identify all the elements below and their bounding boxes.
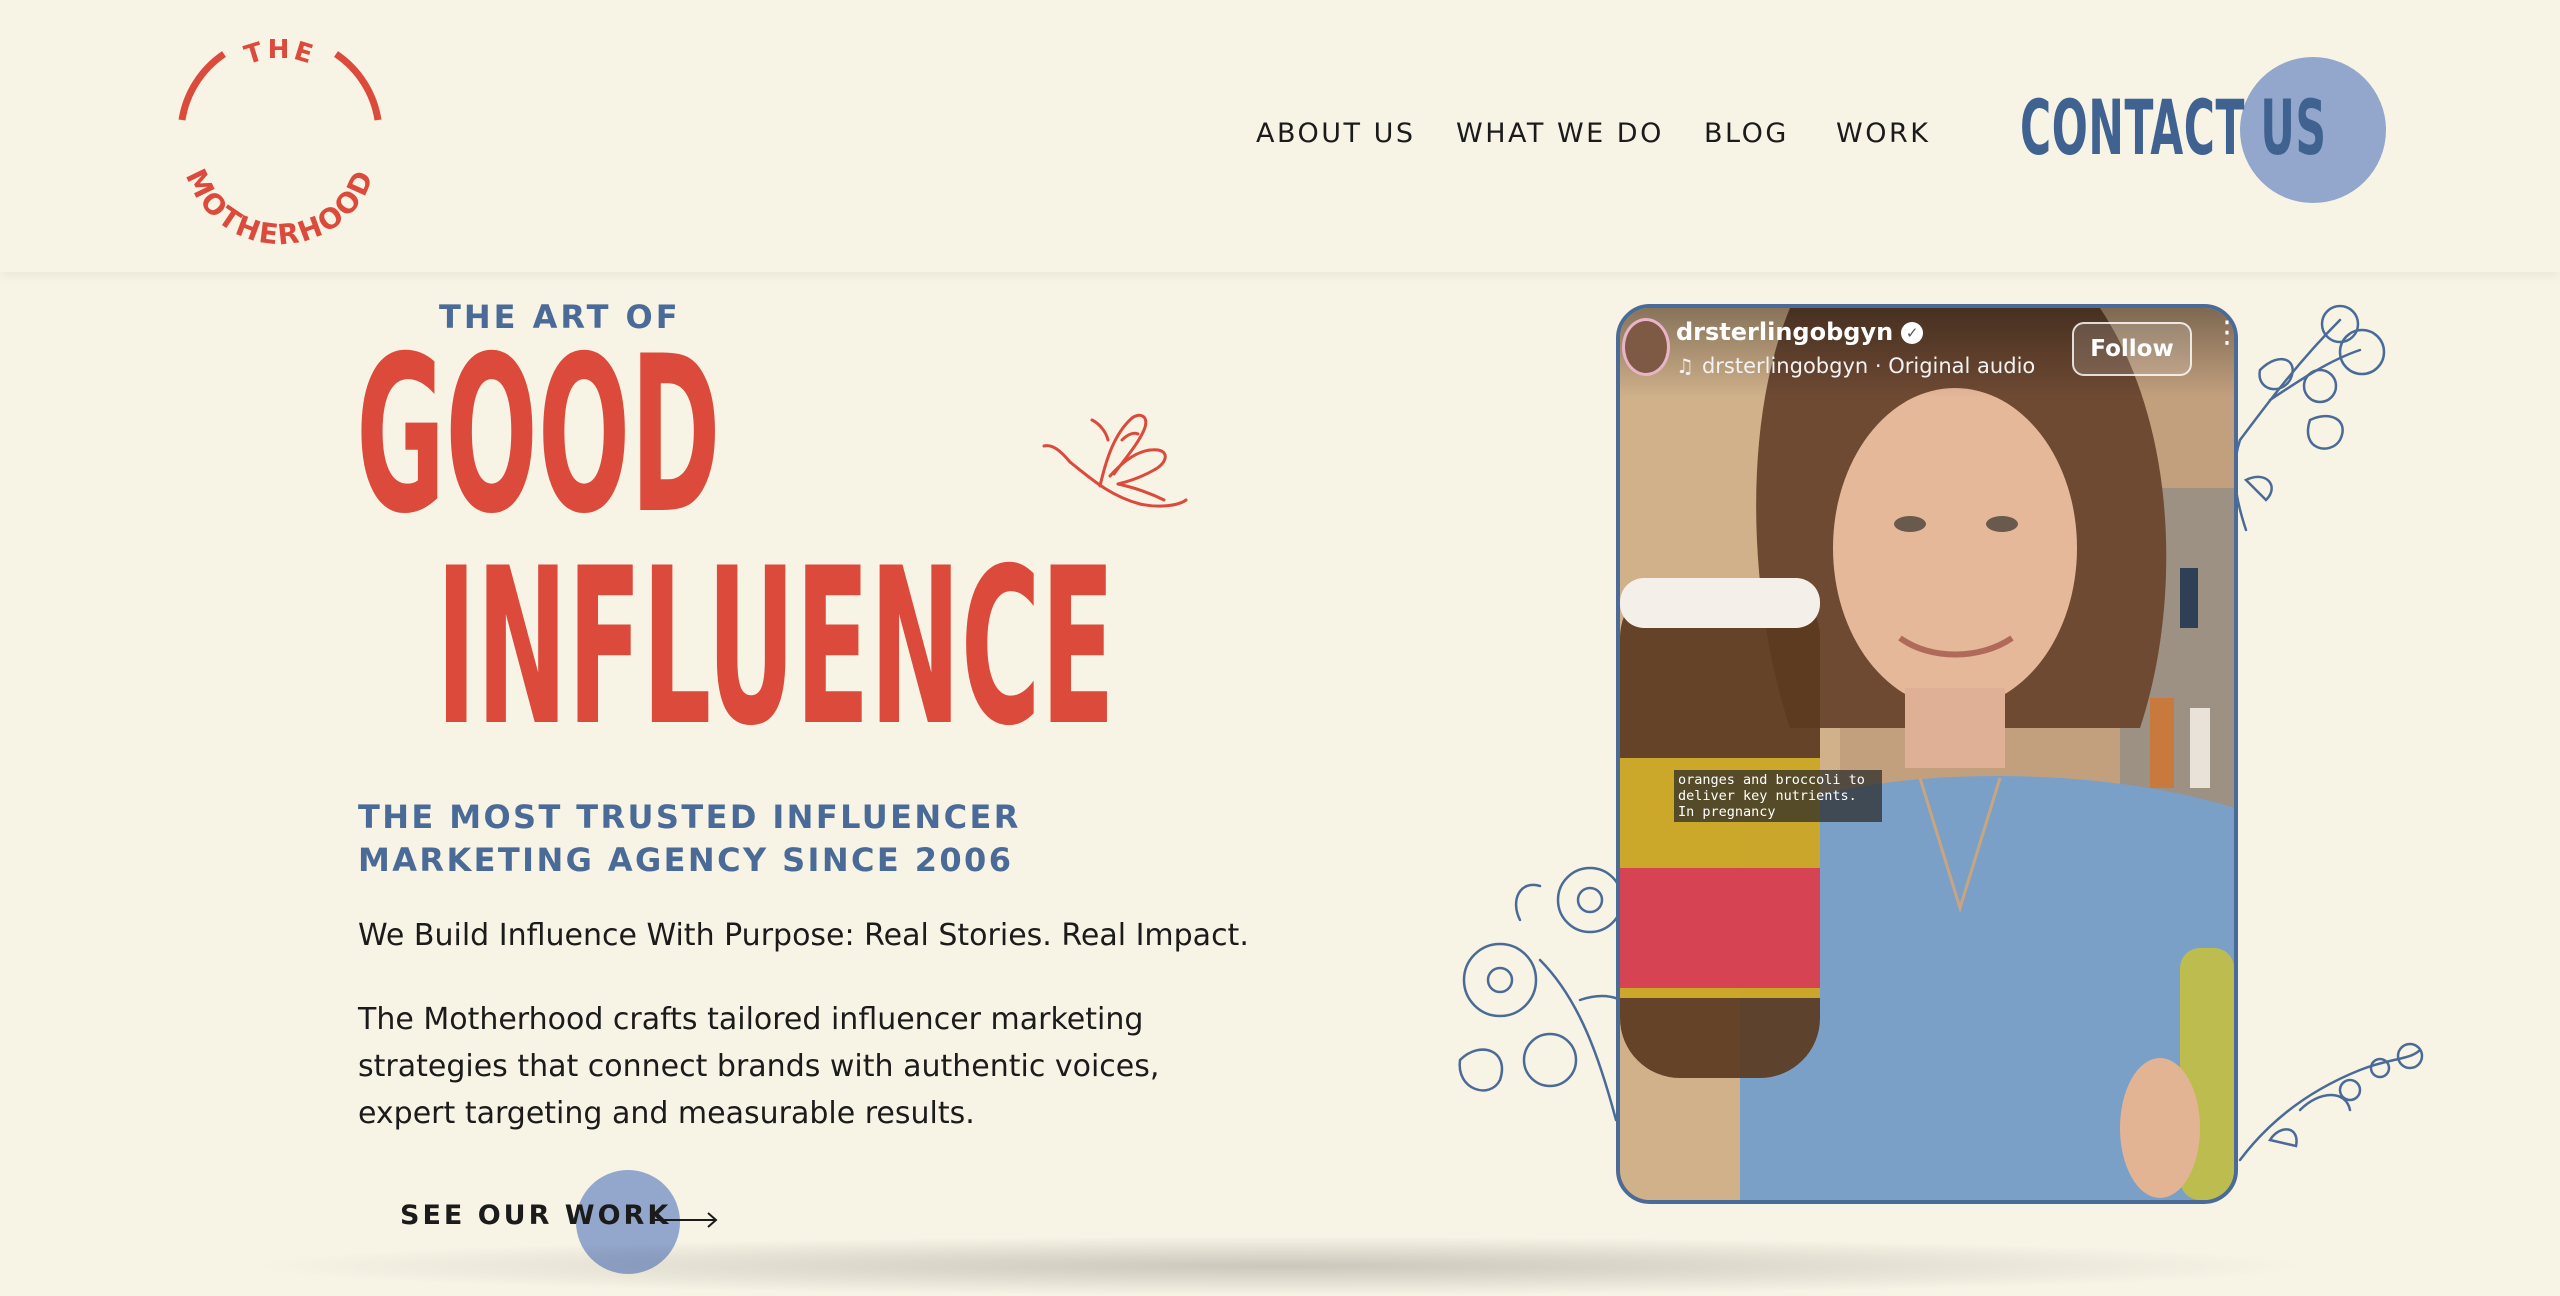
- butterfly-illustration: [1042, 413, 1188, 508]
- music-note-icon: ♫: [1676, 354, 1694, 378]
- nav-blog[interactable]: BLOG: [1704, 118, 1789, 149]
- nav-work[interactable]: WORK: [1836, 118, 1930, 149]
- video-caption: oranges and broccoli to deliver key nutr…: [1674, 770, 1882, 822]
- paragraph-line-2: strategies that connect brands with auth…: [358, 1049, 1160, 1084]
- logo-bottom-text: MOTHERHOOD: [179, 164, 379, 252]
- tagline-line-1: THE MOST TRUSTED INFLUENCER: [358, 798, 1021, 836]
- section-bottom-shadow: [240, 1236, 2320, 1296]
- hero-subheading: We Build Influence With Purpose: Real St…: [358, 918, 1249, 953]
- paragraph-line-1: The Motherhood crafts tailored influence…: [358, 1002, 1144, 1037]
- nav-about-us[interactable]: ABOUT US: [1256, 118, 1416, 149]
- svg-text:THE: THE: [241, 35, 319, 71]
- more-dots-icon[interactable]: ⋮: [2212, 318, 2234, 358]
- video-frame-image: [1620, 308, 2234, 1200]
- hero-tagline: THE MOST TRUSTED INFLUENCER MARKETING AG…: [358, 796, 1118, 882]
- verified-badge-icon: ✓: [1901, 322, 1924, 344]
- motherhood-logo[interactable]: THE MOTHERHOOD: [160, 14, 400, 254]
- creator-username-text: drsterlingobgyn: [1676, 318, 1894, 346]
- site-header: THE MOTHERHOOD ABOUT US WHAT WE DO BLOG …: [0, 0, 2560, 272]
- logo-top-text: THE: [241, 35, 316, 71]
- follow-button[interactable]: Follow: [2072, 322, 2192, 376]
- creator-username[interactable]: drsterlingobgyn ✓: [1676, 318, 1924, 346]
- instagram-reel-video[interactable]: drsterlingobgyn ✓ ♫ drsterlingobgyn · Orig…: [1616, 304, 2238, 1204]
- hero-headline-influence: INFLUENCE: [436, 522, 1115, 773]
- tagline-line-2: MARKETING AGENCY SINCE 2006: [358, 841, 1014, 879]
- paragraph-line-3: expert targeting and measurable results.: [358, 1096, 975, 1131]
- contact-us-button[interactable]: CONTACT US: [2020, 50, 2400, 210]
- svg-text:MOTHERHOOD: MOTHERHOOD: [179, 164, 381, 252]
- audio-label: drsterlingobgyn · Original audio: [1701, 354, 2036, 378]
- creator-avatar[interactable]: [1622, 318, 1670, 376]
- contact-us-label: CONTACT US: [2020, 83, 2327, 172]
- nav-what-we-do[interactable]: WHAT WE DO: [1456, 118, 1664, 149]
- arrow-right-icon: [650, 1212, 718, 1228]
- hero-paragraph: The Motherhood crafts tailored influence…: [358, 996, 1258, 1137]
- original-audio-link[interactable]: ♫ drsterlingobgyn · Original audio: [1676, 354, 2035, 378]
- cta-label: SEE OUR WORK: [400, 1200, 672, 1231]
- hero-headline-good: GOOD: [356, 310, 721, 561]
- logo-mark: THE MOTHERHOOD: [178, 35, 382, 252]
